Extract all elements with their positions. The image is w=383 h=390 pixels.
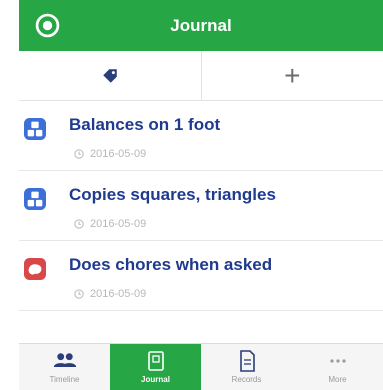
entry-date: 2016-05-09 bbox=[90, 148, 147, 160]
clock-icon bbox=[74, 149, 84, 159]
blocks-category-icon bbox=[24, 188, 46, 210]
journal-toolbar: + bbox=[19, 51, 383, 101]
entry-title: Balances on 1 foot bbox=[69, 115, 221, 134]
journal-entry[interactable]: Balances on 1 foot 2016-05-09 bbox=[19, 101, 383, 171]
app-header: Journal bbox=[19, 0, 383, 51]
entry-date: 2016-05-09 bbox=[90, 288, 147, 300]
entry-date-row: 2016-05-09 bbox=[74, 218, 146, 230]
journal-entry[interactable]: Does chores when asked 2016-05-09 bbox=[19, 241, 383, 311]
tab-label: Timeline bbox=[49, 375, 80, 384]
entry-title: Does chores when asked bbox=[69, 255, 273, 274]
tag-filter-button[interactable] bbox=[19, 51, 201, 100]
target-logo-icon[interactable] bbox=[35, 13, 60, 38]
clock-icon bbox=[74, 219, 84, 229]
page-title: Journal bbox=[170, 15, 232, 35]
tab-label: Journal bbox=[141, 375, 170, 384]
bottom-tab-bar: Timeline Journal Records More bbox=[19, 343, 383, 390]
journal-icon bbox=[147, 351, 164, 371]
entry-date: 2016-05-09 bbox=[90, 218, 147, 230]
tag-icon bbox=[103, 68, 117, 83]
entry-title: Copies squares, triangles bbox=[69, 185, 276, 204]
tab-journal[interactable]: Journal bbox=[110, 344, 201, 390]
add-entry-button[interactable]: + bbox=[200, 51, 383, 100]
blocks-category-icon bbox=[24, 118, 46, 140]
clock-icon bbox=[74, 289, 84, 299]
plus-icon: + bbox=[284, 59, 301, 91]
journal-entry-partial[interactable] bbox=[19, 311, 383, 343]
entry-date-row: 2016-05-09 bbox=[74, 288, 146, 300]
people-icon bbox=[53, 353, 76, 367]
tab-label: Records bbox=[231, 375, 262, 384]
dots-icon bbox=[329, 359, 346, 363]
social-category-icon bbox=[24, 258, 46, 280]
tab-label: More bbox=[328, 375, 347, 384]
entry-date-row: 2016-05-09 bbox=[74, 148, 146, 160]
tab-timeline[interactable]: Timeline bbox=[19, 344, 110, 390]
tab-more[interactable]: More bbox=[292, 344, 383, 390]
journal-entry-list[interactable]: Balances on 1 foot 2016-05-09 Copies squ… bbox=[19, 101, 383, 343]
document-icon bbox=[239, 350, 255, 372]
tab-records[interactable]: Records bbox=[201, 344, 292, 390]
journal-entry[interactable]: Copies squares, triangles 2016-05-09 bbox=[19, 171, 383, 241]
